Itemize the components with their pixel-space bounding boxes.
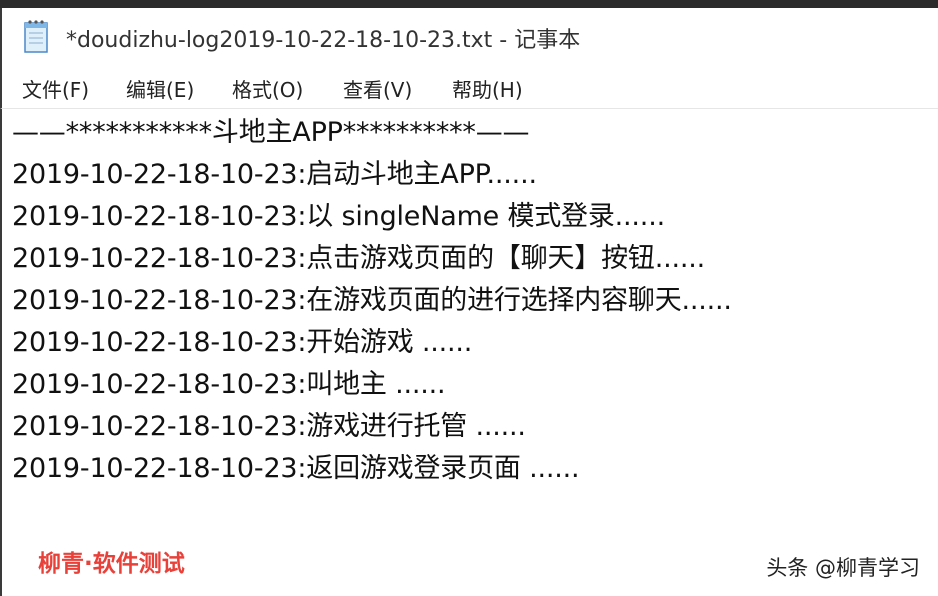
watermark-right: 头条 @柳青学习: [766, 556, 920, 580]
menu-file[interactable]: 文件(F): [20, 74, 91, 103]
log-line: 2019-10-22-18-10-23:以 singleName 模式登录...…: [12, 201, 665, 232]
window-title: *doudizhu-log2019-10-22-18-10-23.txt - 记…: [66, 28, 581, 53]
watermark-left: 柳青·软件测试: [38, 551, 185, 577]
log-line-header: ——***********斗地主APP**********——: [12, 117, 530, 148]
log-line: 2019-10-22-18-10-23:启动斗地主APP......: [12, 159, 537, 190]
log-line: 2019-10-22-18-10-23:开始游戏 ......: [12, 327, 473, 358]
log-line: 2019-10-22-18-10-23:在游戏页面的进行选择内容聊天......: [12, 285, 732, 316]
notepad-icon: [22, 18, 52, 54]
menu-view[interactable]: 查看(V): [341, 74, 414, 103]
menu-help[interactable]: 帮助(H): [450, 74, 525, 103]
log-line: 2019-10-22-18-10-23:返回游戏登录页面 ......: [12, 453, 580, 484]
text-editor-area[interactable]: ——***********斗地主APP**********—— 2019-10-…: [0, 108, 938, 596]
log-line: 2019-10-22-18-10-23:游戏进行托管 ......: [12, 411, 526, 442]
background-window-strip: [0, 0, 938, 8]
title-bar[interactable]: *doudizhu-log2019-10-22-18-10-23.txt - 记…: [0, 8, 938, 66]
log-line: 2019-10-22-18-10-23:点击游戏页面的【聊天】按钮......: [12, 243, 705, 274]
log-line: 2019-10-22-18-10-23:叫地主 ......: [12, 369, 446, 400]
menu-format[interactable]: 格式(O): [230, 74, 305, 103]
menu-edit[interactable]: 编辑(E): [124, 74, 196, 103]
menu-bar: 文件(F) 编辑(E) 格式(O) 查看(V) 帮助(H): [0, 66, 938, 108]
